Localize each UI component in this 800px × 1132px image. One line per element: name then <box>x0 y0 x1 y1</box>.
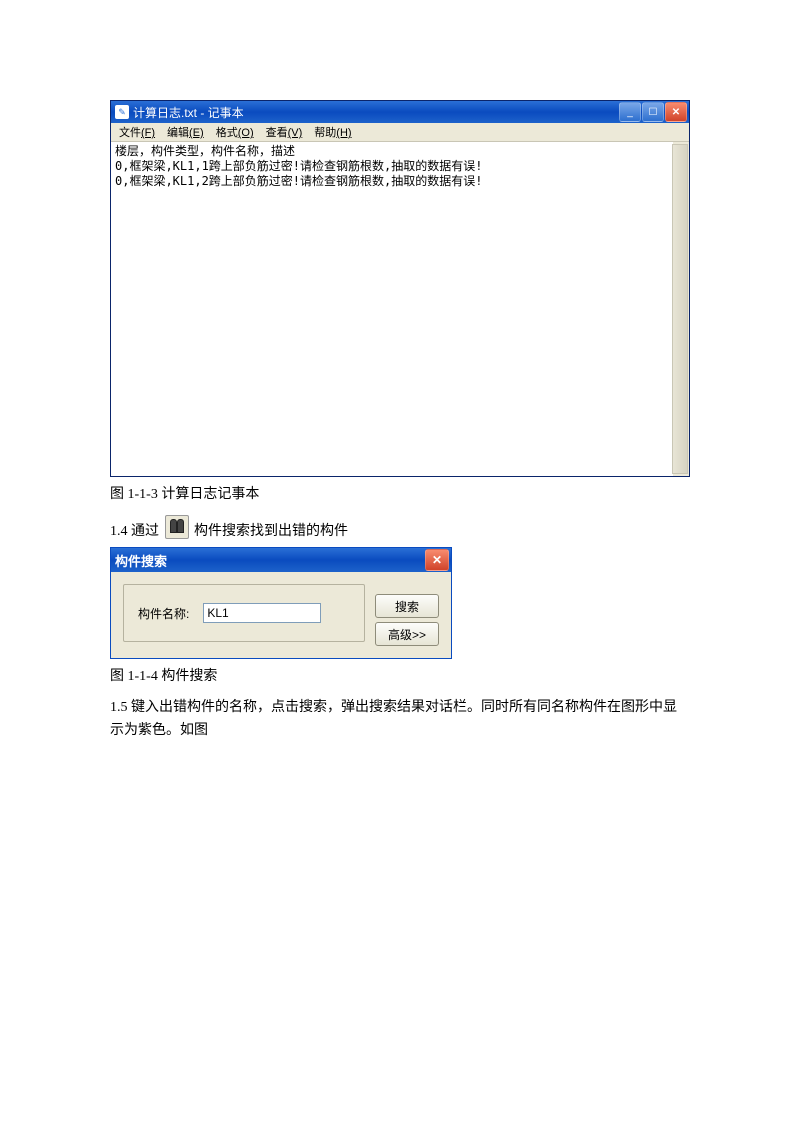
notepad-icon: ✎ <box>115 105 129 119</box>
component-search-dialog: 构件搜索 ✕ 构件名称: 搜索 高级>> <box>110 547 452 659</box>
figure-caption-1-1-4: 图 1-1-4 构件搜索 <box>110 665 690 685</box>
log-line: 楼层，构件类型，构件名称，描述 <box>115 144 295 158</box>
para-1-4-text-before: 1.4 通过 <box>110 524 163 539</box>
search-dialog-title: 构件搜索 <box>115 551 425 570</box>
search-button[interactable]: 搜索 <box>375 594 439 618</box>
menu-edit[interactable]: 编辑(E) <box>161 124 210 140</box>
advanced-button[interactable]: 高级>> <box>375 622 439 646</box>
minimize-button[interactable]: _ <box>619 102 641 122</box>
notepad-window: ✎ 计算日志.txt - 记事本 _ ☐ ✕ 文件(F) 编辑(E) 格式(O)… <box>110 100 690 477</box>
search-dialog-buttons: 搜索 高级>> <box>375 584 439 646</box>
para-1-4-text-after: 构件搜索找到出错的构件 <box>194 524 348 539</box>
component-name-input[interactable] <box>203 603 321 623</box>
window-control-buttons: _ ☐ ✕ <box>619 102 687 122</box>
log-line: 0,框架梁,KL1,1跨上部负筋过密!请检查钢筋根数,抽取的数据有误! <box>115 159 482 173</box>
search-fieldset: 构件名称: <box>123 584 365 642</box>
menu-help[interactable]: 帮助(H) <box>308 124 357 140</box>
menu-view[interactable]: 查看(V) <box>260 124 309 140</box>
notepad-title: 计算日志.txt - 记事本 <box>133 104 619 121</box>
menu-format[interactable]: 格式(O) <box>210 124 260 140</box>
search-dialog-close-button[interactable]: ✕ <box>425 549 449 571</box>
vertical-scrollbar[interactable] <box>672 144 688 474</box>
paragraph-1-4: 1.4 通过 构件搜索找到出错的构件 <box>110 515 690 543</box>
log-line: 0,框架梁,KL1,2跨上部负筋过密!请检查钢筋根数,抽取的数据有误! <box>115 174 482 188</box>
binoculars-icon <box>165 515 189 539</box>
notepad-text-area[interactable]: 楼层，构件类型，构件名称，描述 0,框架梁,KL1,1跨上部负筋过密!请检查钢筋… <box>111 142 689 476</box>
notepad-menubar: 文件(F) 编辑(E) 格式(O) 查看(V) 帮助(H) <box>111 123 689 142</box>
search-dialog-body: 构件名称: 搜索 高级>> <box>111 572 451 658</box>
notepad-titlebar: ✎ 计算日志.txt - 记事本 _ ☐ ✕ <box>111 101 689 123</box>
paragraph-1-5: 1.5 键入出错构件的名称，点击搜索，弹出搜索结果对话栏。同时所有同名称构件在图… <box>110 697 690 742</box>
search-dialog-titlebar: 构件搜索 ✕ <box>111 548 451 572</box>
menu-file[interactable]: 文件(F) <box>113 124 161 140</box>
figure-caption-1-1-3: 图 1-1-3 计算日志记事本 <box>110 483 690 503</box>
close-button[interactable]: ✕ <box>665 102 687 122</box>
maximize-button[interactable]: ☐ <box>642 102 664 122</box>
component-name-label: 构件名称: <box>138 605 189 622</box>
